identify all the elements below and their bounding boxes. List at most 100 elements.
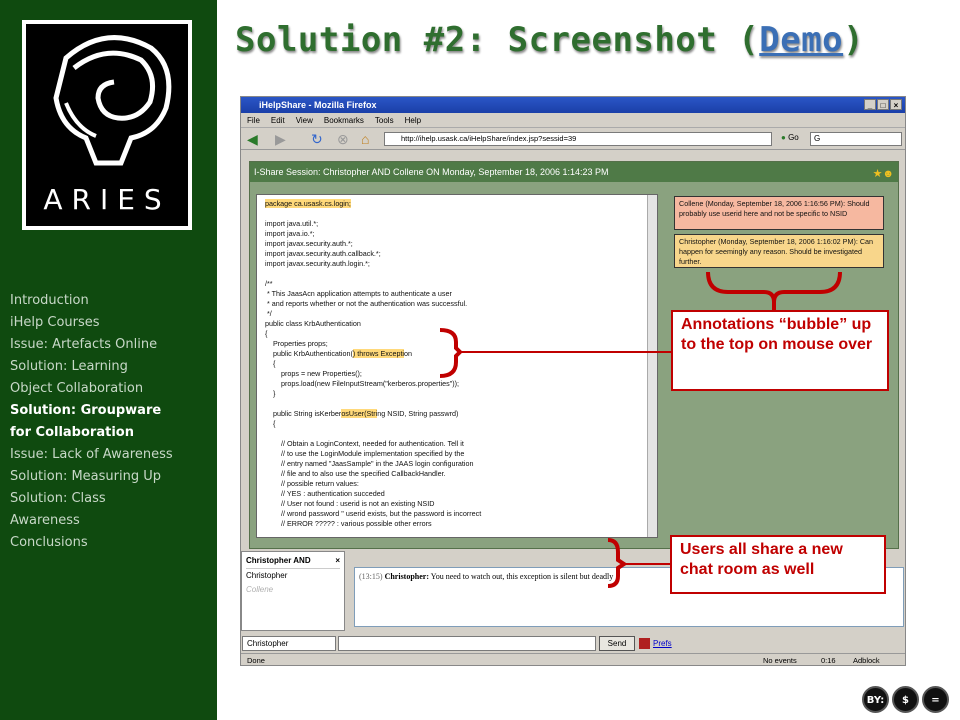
browser-navigation-toolbar: ◀ ▶ ↻ ⊗ ⌂ http://ihelp.usask.ca/iHelpSha…: [241, 128, 905, 150]
code-scrollbar[interactable]: [647, 195, 657, 537]
status-text: Done: [247, 656, 265, 665]
message-user: Christopher:: [384, 572, 430, 581]
prefs-icon: [639, 638, 650, 649]
search-box[interactable]: G: [810, 132, 902, 146]
reload-icon[interactable]: ↻: [311, 131, 323, 147]
code-line: */: [265, 309, 272, 318]
window-title: iHelpShare - Mozilla Firefox: [259, 100, 377, 110]
menu-item-edit[interactable]: Edit: [271, 113, 285, 127]
prefs-link[interactable]: Prefs: [639, 636, 672, 651]
chat-user[interactable]: Collene: [246, 583, 340, 597]
code-line: {: [265, 329, 268, 338]
code-line: // wrond password " userid exists, but t…: [265, 509, 482, 518]
stop-icon[interactable]: ⊗: [337, 131, 349, 147]
go-icon: ●: [781, 133, 786, 142]
code-line: // possible return values:: [265, 479, 359, 488]
time-status: 0:16: [821, 656, 836, 665]
chat-callout: Users all share a new chat room as well: [670, 535, 886, 594]
events-status: No events: [763, 656, 797, 665]
session-tools-icon[interactable]: ★☻: [873, 164, 894, 184]
menu-item-view[interactable]: View: [296, 113, 313, 127]
chat-message-input[interactable]: [338, 636, 596, 651]
code-line: package ca.usask.cs.login;: [265, 199, 647, 209]
slide-title: Solution #2: Screenshot (Demo): [235, 20, 864, 60]
code-line: * This JaasAcn application attempts to a…: [265, 289, 452, 298]
chat-room-title: Christopher AND ×: [246, 554, 340, 569]
nav-item[interactable]: Issue: Artefacts Online: [10, 334, 215, 356]
menu-item-tools[interactable]: Tools: [375, 113, 394, 127]
code-line: // ERROR ????? : various possible other …: [265, 519, 432, 528]
close-chat-icon[interactable]: ×: [335, 554, 340, 568]
nav-item[interactable]: Solution: Groupware: [10, 400, 215, 422]
go-label: Go: [788, 133, 799, 142]
send-button[interactable]: Send: [599, 636, 635, 651]
creative-commons-license: BY: $ =: [862, 686, 949, 713]
minimize-button[interactable]: _: [864, 99, 876, 110]
chat-input-row: Christopher Send Prefs: [241, 635, 905, 653]
demo-link[interactable]: Demo: [759, 20, 843, 60]
nav-item[interactable]: Awareness: [10, 510, 215, 532]
chat-user[interactable]: Christopher: [246, 569, 340, 583]
session-title: I-Share Session: Christopher AND Collene…: [254, 167, 609, 177]
code-line: // Obtain a LoginContext, needed for aut…: [265, 439, 464, 448]
code-line: props.load(new FileInputStream("kerberos…: [265, 379, 460, 388]
code-line: // file and to also use the specified Ca…: [265, 469, 446, 478]
code-line: import java.io.*;: [265, 229, 315, 238]
code-line: public String isKerberosUser(String NSID…: [265, 409, 459, 418]
adblock-status[interactable]: Adblock: [853, 654, 880, 665]
code-line: public KrbAuthentication() throws Except…: [265, 349, 413, 358]
code-lines: package ca.usask.cs.login; import java.u…: [265, 199, 647, 529]
annotations-callout: Annotations “bubble” up to the top on mo…: [671, 310, 889, 391]
code-line: // entry named "JaasSample" in the JAAS …: [265, 459, 474, 468]
cc-noderivs-icon: =: [922, 686, 949, 713]
chat-user-list: Christopher AND × Christopher Collene: [241, 551, 345, 631]
nav-item[interactable]: iHelp Courses: [10, 312, 215, 334]
message-time: (13:15): [359, 572, 383, 581]
message-text: You need to watch out, this exception is…: [430, 572, 614, 581]
highlighted-code[interactable]: osUser(Stri: [341, 409, 378, 418]
annotation-collene[interactable]: Collene (Monday, September 18, 2006 1:16…: [674, 196, 884, 230]
nickname-field[interactable]: Christopher: [242, 636, 336, 651]
nav-item[interactable]: for Collaboration: [10, 422, 215, 444]
aries-logo: ARIES: [22, 20, 192, 230]
nav-item[interactable]: Object Collaboration: [10, 378, 215, 400]
back-arrow-icon[interactable]: ◀: [247, 131, 258, 147]
browser-title-bar: iHelpShare - Mozilla Firefox _ □ ×: [241, 97, 905, 113]
code-line: import javax.security.auth.*;: [265, 239, 353, 248]
code-line: import javax.security.auth.callback.*;: [265, 249, 381, 258]
code-line: }: [265, 389, 276, 398]
nav-item[interactable]: Solution: Measuring Up: [10, 466, 215, 488]
code-line: {: [265, 419, 276, 428]
highlighted-code[interactable]: ) throws Excepti: [352, 349, 405, 358]
forward-arrow-icon[interactable]: ▶: [275, 131, 286, 147]
nav-item[interactable]: Conclusions: [10, 532, 215, 554]
code-line: // to use the LoginModule implementation…: [265, 449, 465, 458]
code-line: import java.util.*;: [265, 219, 319, 228]
go-button[interactable]: ● Go: [781, 133, 799, 142]
code-line: * and reports whether or not the authent…: [265, 299, 468, 308]
nav-item[interactable]: Issue: Lack of Awareness: [10, 444, 215, 466]
prefs-label: Prefs: [653, 639, 672, 648]
code-line: /**: [265, 279, 273, 288]
highlighted-code[interactable]: package ca.usask.cs.login;: [265, 199, 351, 208]
code-line: // User not found : userid is not an exi…: [265, 499, 435, 508]
close-window-button[interactable]: ×: [890, 99, 902, 110]
menu-item-help[interactable]: Help: [405, 113, 421, 127]
browser-status-bar: Done No events 0:16 Adblock: [241, 653, 905, 665]
menu-item-bookmarks[interactable]: Bookmarks: [324, 113, 364, 127]
code-view[interactable]: package ca.usask.cs.login; import java.u…: [256, 194, 658, 538]
menu-item-file[interactable]: File: [247, 113, 260, 127]
browser-menu-bar: File Edit View Bookmarks Tools Help: [241, 113, 905, 128]
code-line: Properties props;: [265, 339, 328, 348]
nav-item[interactable]: Solution: Learning: [10, 356, 215, 378]
url-bar[interactable]: http://ihelp.usask.ca/iHelpShare/index.j…: [384, 132, 772, 146]
nav-item[interactable]: Introduction: [10, 290, 215, 312]
logo-text: ARIES: [43, 183, 171, 216]
annotation-christopher[interactable]: Christopher (Monday, September 18, 2006 …: [674, 234, 884, 268]
maximize-button[interactable]: □: [877, 99, 889, 110]
home-icon[interactable]: ⌂: [361, 131, 369, 147]
nav-item[interactable]: Solution: Class: [10, 488, 215, 510]
